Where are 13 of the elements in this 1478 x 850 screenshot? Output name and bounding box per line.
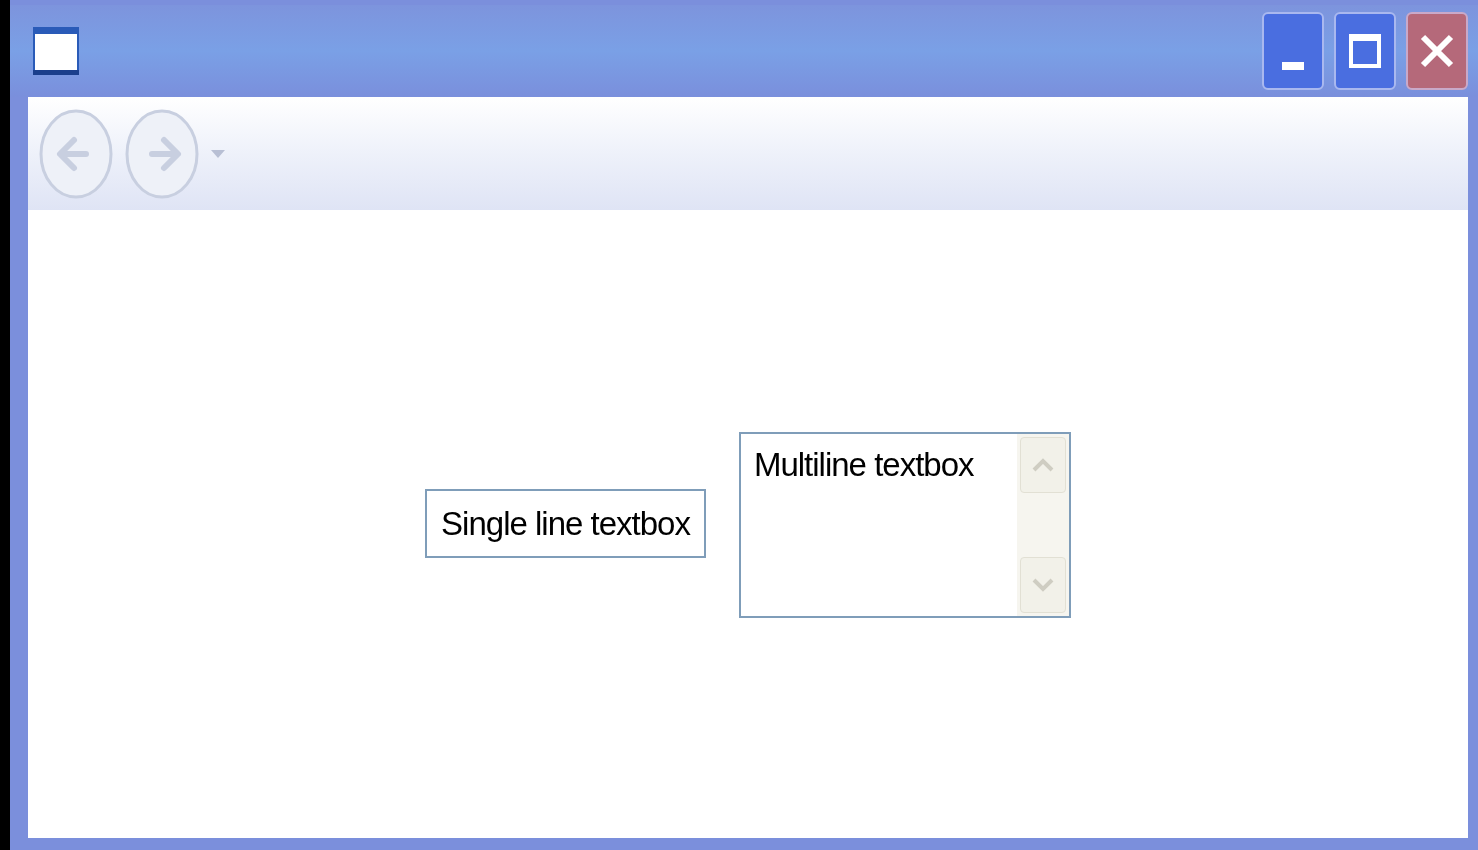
- maximize-button[interactable]: [1334, 12, 1396, 90]
- scroll-up-button[interactable]: [1019, 437, 1066, 493]
- minimize-button[interactable]: [1262, 12, 1324, 90]
- close-button[interactable]: [1406, 12, 1468, 90]
- window-icon: [32, 26, 80, 76]
- single-line-textbox[interactable]: Single line textbox: [425, 489, 706, 558]
- chevron-up-icon: [1030, 458, 1055, 472]
- textbox-text: Multiline textbox: [753, 446, 974, 483]
- multiline-textbox[interactable]: Multiline textbox: [738, 432, 1071, 618]
- dropdown-arrow-icon[interactable]: [210, 148, 226, 159]
- chevron-down-icon: [1030, 578, 1055, 592]
- close-icon: [1419, 33, 1455, 69]
- scroll-down-button[interactable]: [1019, 557, 1066, 613]
